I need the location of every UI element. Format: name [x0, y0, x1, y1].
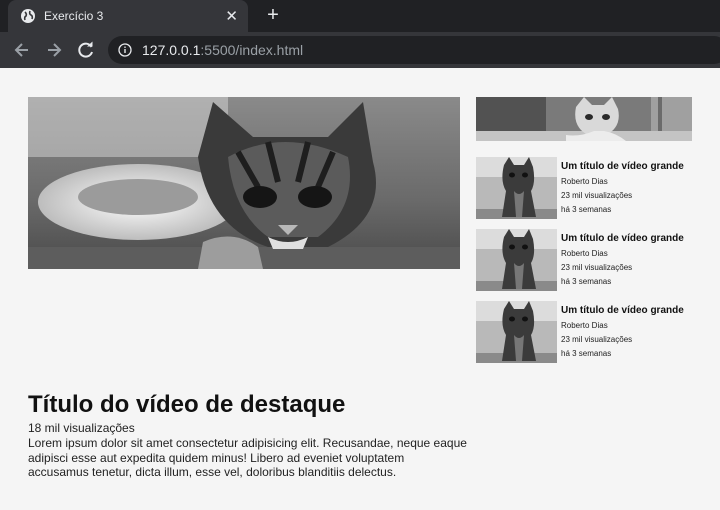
video-title[interactable]: Um título de vídeo grande [561, 304, 684, 317]
browser-tab-bar: Exercício 3 ✕ + [0, 0, 720, 32]
video-author: Roberto Dias [561, 249, 608, 258]
featured-video-info: Título do vídeo de destaque 18 mil visua… [28, 390, 468, 480]
video-author: Roberto Dias [561, 321, 608, 330]
video-views: 23 mil visualizações [561, 191, 633, 200]
plus-icon[interactable]: + [262, 4, 284, 26]
close-icon[interactable]: ✕ [225, 9, 238, 24]
video-author: Roberto Dias [561, 177, 608, 186]
video-views: 23 mil visualizações [561, 263, 633, 272]
info-icon[interactable] [118, 43, 132, 57]
video-age: há 3 semanas [561, 205, 612, 214]
video-thumbnail[interactable] [476, 157, 557, 219]
video-thumbnail[interactable] [476, 229, 557, 291]
video-item[interactable]: Um título de vídeo grande Roberto Dias 2… [476, 301, 706, 363]
featured-views: 18 mil visualizações [28, 421, 135, 435]
video-title[interactable]: Um título de vídeo grande [561, 232, 684, 245]
video-item[interactable]: Um título de vídeo grande Roberto Dias 2… [476, 157, 706, 219]
address-bar[interactable]: 127.0.0.1:5500/index.html [108, 36, 720, 64]
side-top-thumbnail[interactable] [476, 97, 692, 141]
url-text[interactable]: 127.0.0.1:5500/index.html [142, 42, 303, 58]
featured-video-thumbnail[interactable] [28, 97, 460, 269]
browser-toolbar: 127.0.0.1:5500/index.html [0, 32, 720, 68]
video-age: há 3 semanas [561, 277, 612, 286]
video-thumbnail[interactable] [476, 301, 557, 363]
video-title[interactable]: Um título de vídeo grande [561, 160, 684, 173]
browser-tab[interactable]: Exercício 3 ✕ [8, 0, 248, 32]
back-arrow-icon[interactable] [12, 40, 32, 60]
video-item[interactable]: Um título de vídeo grande Roberto Dias 2… [476, 229, 706, 291]
reload-icon[interactable] [76, 40, 96, 60]
featured-title: Título do vídeo de destaque [28, 391, 346, 418]
tab-title: Exercício 3 [44, 9, 104, 23]
forward-arrow-icon[interactable] [44, 40, 64, 60]
video-views: 23 mil visualizações [561, 335, 633, 344]
globe-icon [21, 9, 35, 23]
featured-description: Lorem ipsum dolor sit amet consectetur a… [28, 436, 467, 479]
video-age: há 3 semanas [561, 349, 612, 358]
